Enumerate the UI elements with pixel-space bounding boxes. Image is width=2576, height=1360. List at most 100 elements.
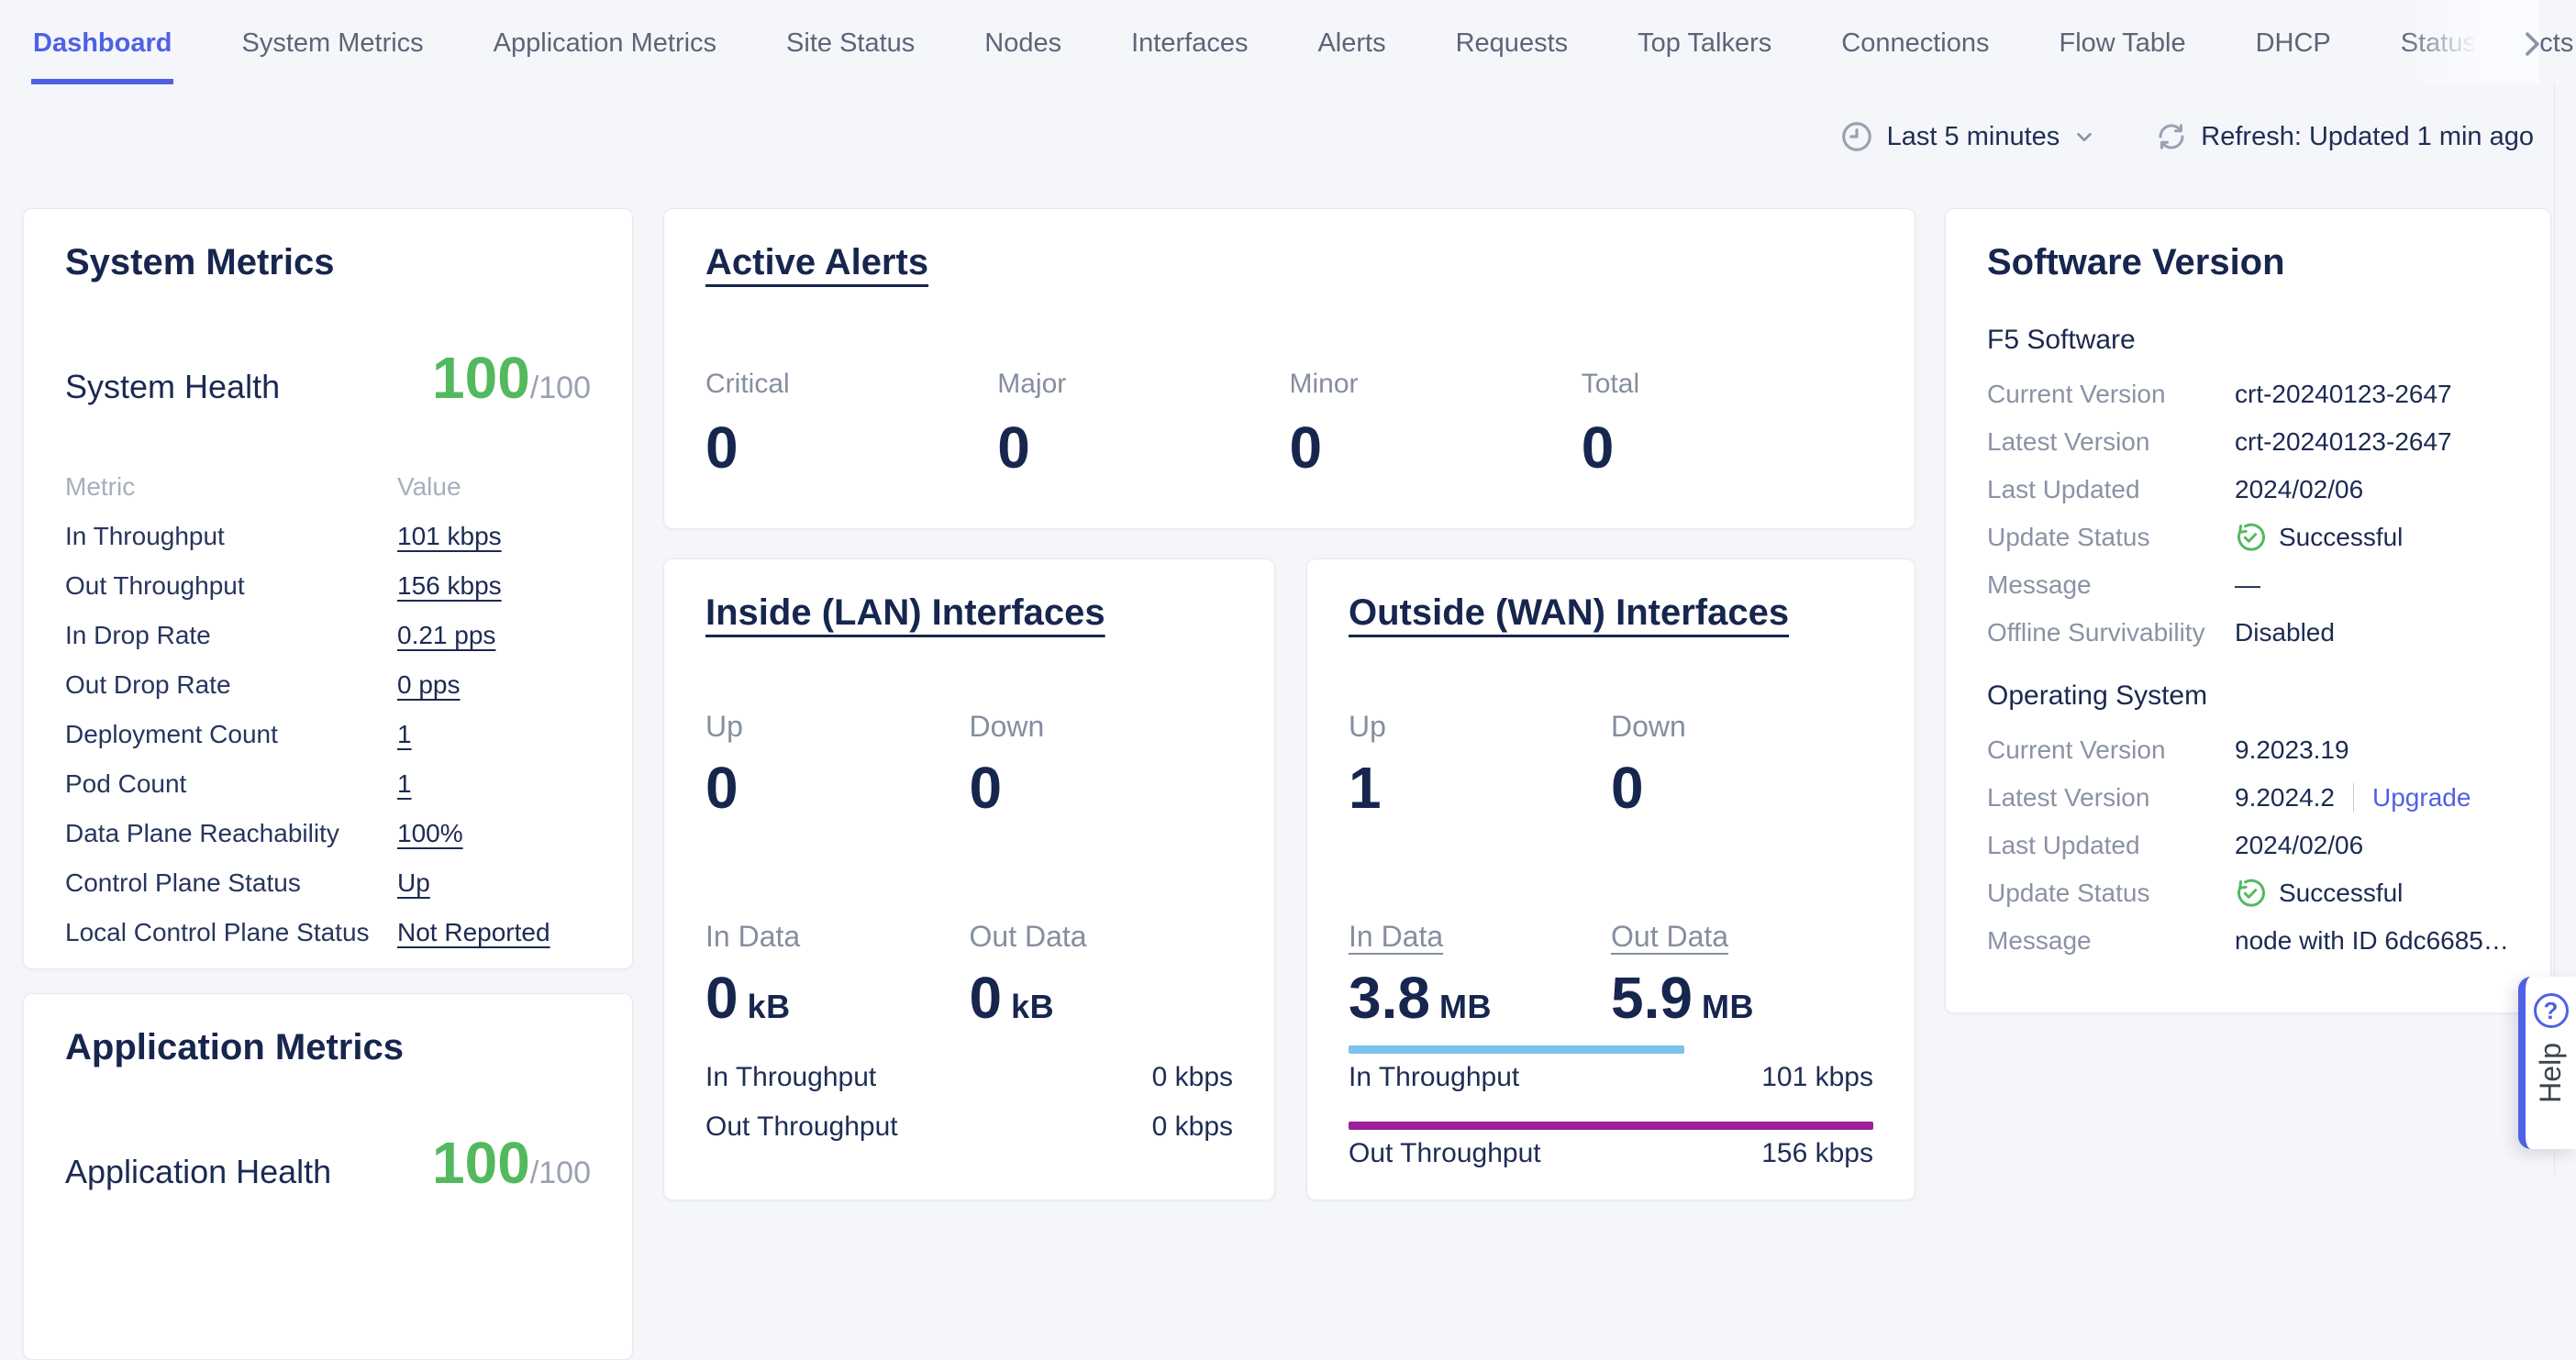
wan-out-data-unit: MB: [1702, 988, 1754, 1025]
chevron-right-icon: [2514, 26, 2550, 62]
table-row: Data Plane Reachability 100%: [65, 809, 591, 858]
application-health-row: Application Health 100/100: [65, 1133, 591, 1192]
tab-dhcp[interactable]: DHCP: [2254, 5, 2333, 84]
table-row: In Throughput 101 kbps: [65, 512, 591, 561]
tab-application-metrics[interactable]: Application Metrics: [492, 5, 718, 84]
row-label: Current Version: [1987, 735, 2235, 765]
lan-interfaces-title-link[interactable]: Inside (LAN) Interfaces: [705, 594, 1233, 631]
column-header-value: Value: [397, 472, 591, 502]
tab-requests[interactable]: Requests: [1454, 5, 1571, 84]
upgrade-link[interactable]: Upgrade: [2372, 783, 2471, 813]
tab-interfaces[interactable]: Interfaces: [1129, 5, 1249, 84]
time-range-selector[interactable]: Last 5 minutes: [1839, 119, 2097, 154]
metric-value-link[interactable]: 0 pps: [397, 670, 461, 700]
metric-value-link[interactable]: Not Reported: [397, 918, 550, 947]
wan-up-label: Up: [1349, 710, 1611, 744]
table-row: Current Version crt-20240123-2647: [1987, 370, 2509, 418]
metric-value-link[interactable]: 1: [397, 769, 412, 799]
tab-site-status[interactable]: Site Status: [784, 5, 916, 84]
dashboard-toolbar: Last 5 minutes Refresh: Updated 1 min ag…: [1839, 108, 2534, 165]
tab-connections[interactable]: Connections: [1839, 5, 1991, 84]
active-alerts-title-link[interactable]: Active Alerts: [705, 244, 1873, 281]
application-health-value: 100: [432, 1130, 530, 1196]
row-label: Latest Version: [1987, 427, 2235, 457]
refresh-button[interactable]: Refresh: Updated 1 min ago: [2155, 120, 2534, 153]
tab-dashboard[interactable]: Dashboard: [31, 5, 173, 84]
metric-value-link[interactable]: 101 kbps: [397, 522, 502, 551]
update-success-icon: [2235, 878, 2266, 909]
application-health-score: 100/100: [432, 1133, 591, 1192]
wan-in-throughput-value: 101 kbps: [1761, 1062, 1873, 1093]
row-label: Last Updated: [1987, 475, 2235, 504]
tab-alerts[interactable]: Alerts: [1316, 5, 1387, 84]
alert-total-value: 0: [1582, 418, 1873, 477]
row-label: Message: [1987, 570, 2235, 600]
wan-in-data-value: 3.8MB: [1349, 968, 1611, 1027]
help-label: Help: [2534, 1043, 2568, 1103]
table-row: Out Throughput 156 kbps: [65, 561, 591, 611]
lan-in-throughput-label: In Throughput: [705, 1062, 876, 1093]
alert-total-label: Total: [1582, 369, 1873, 400]
system-health-suffix: /100: [530, 370, 591, 405]
wan-out-data-link[interactable]: Out Data: [1611, 920, 1873, 954]
tab-flow-table[interactable]: Flow Table: [2058, 5, 2188, 84]
tab-nodes[interactable]: Nodes: [983, 5, 1063, 84]
metric-label: Pod Count: [65, 769, 397, 799]
top-nav: Dashboard System Metrics Application Met…: [0, 0, 2576, 84]
lan-in-data-label: In Data: [705, 920, 970, 954]
metric-value-link[interactable]: 1: [397, 720, 412, 749]
wan-out-data-number: 5.9: [1611, 965, 1693, 1031]
row-value: Successful: [2279, 523, 2403, 552]
lan-in-throughput-row: In Throughput 0 kbps: [705, 1053, 1233, 1102]
lan-in-throughput-value: 0 kbps: [1152, 1062, 1233, 1093]
alert-major-label: Major: [997, 369, 1289, 400]
application-health-label: Application Health: [65, 1153, 331, 1191]
lan-out-data-label: Out Data: [970, 920, 1234, 954]
alert-major-value: 0: [997, 418, 1289, 477]
table-row: Last Updated 2024/02/06: [1987, 822, 2509, 869]
table-row: Update Status Successful: [1987, 869, 2509, 917]
lan-down-label: Down: [970, 710, 1234, 744]
alert-critical-value: 0: [705, 418, 997, 477]
metric-label: Control Plane Status: [65, 868, 397, 898]
alert-total: Total 0: [1582, 369, 1873, 477]
metric-value-link[interactable]: Up: [397, 868, 430, 898]
metric-label: Deployment Count: [65, 720, 397, 749]
lan-up-value: 0: [705, 758, 970, 817]
lan-out-data-unit: kB: [1011, 988, 1054, 1025]
wan-in-data-link[interactable]: In Data: [1349, 920, 1611, 954]
row-label: Message: [1987, 926, 2235, 956]
software-version-card: Software Version F5 Software Current Ver…: [1945, 208, 2551, 1013]
row-value: crt-20240123-2647: [2235, 380, 2452, 409]
metric-value-link[interactable]: 100%: [397, 819, 463, 848]
metric-label: Out Throughput: [65, 571, 397, 601]
row-label: Offline Survivability: [1987, 618, 2235, 647]
tab-system-metrics[interactable]: System Metrics: [239, 5, 425, 84]
table-row: Current Version 9.2023.19: [1987, 726, 2509, 774]
table-row: Message node with ID 6dc66856-1…: [1987, 917, 2509, 965]
wan-interfaces-title-link[interactable]: Outside (WAN) Interfaces: [1349, 594, 1873, 631]
application-metrics-card: Application Metrics Application Health 1…: [23, 993, 633, 1360]
wan-out-data-value: 5.9MB: [1611, 968, 1873, 1027]
row-value: Disabled: [2235, 618, 2335, 647]
table-row: In Drop Rate 0.21 pps: [65, 611, 591, 660]
help-button[interactable]: ? Help: [2518, 977, 2576, 1149]
metric-value-link[interactable]: 156 kbps: [397, 571, 502, 601]
table-row: Pod Count 1: [65, 759, 591, 809]
wan-out-throughput-label: Out Throughput: [1349, 1138, 1541, 1169]
clock-icon: [1839, 119, 1874, 154]
wan-in-throughput-row: In Throughput 101 kbps: [1349, 1054, 1873, 1101]
row-value: 2024/02/06: [2235, 831, 2363, 860]
alert-counts: Critical 0 Major 0 Minor 0 Total 0: [705, 369, 1873, 477]
metric-value-link[interactable]: 0.21 pps: [397, 621, 495, 650]
row-label: Current Version: [1987, 380, 2235, 409]
tab-top-talkers[interactable]: Top Talkers: [1636, 5, 1773, 84]
table-row: Control Plane Status Up: [65, 858, 591, 908]
software-version-title: Software Version: [1987, 244, 2509, 281]
row-value: 2024/02/06: [2235, 475, 2363, 504]
row-value: crt-20240123-2647: [2235, 427, 2452, 457]
lan-out-throughput-value: 0 kbps: [1152, 1111, 1233, 1143]
nav-scroll-right-button[interactable]: [2512, 24, 2552, 64]
lan-data: In Data 0kB Out Data 0kB: [705, 920, 1233, 1027]
table-row: Latest Version crt-20240123-2647: [1987, 418, 2509, 466]
